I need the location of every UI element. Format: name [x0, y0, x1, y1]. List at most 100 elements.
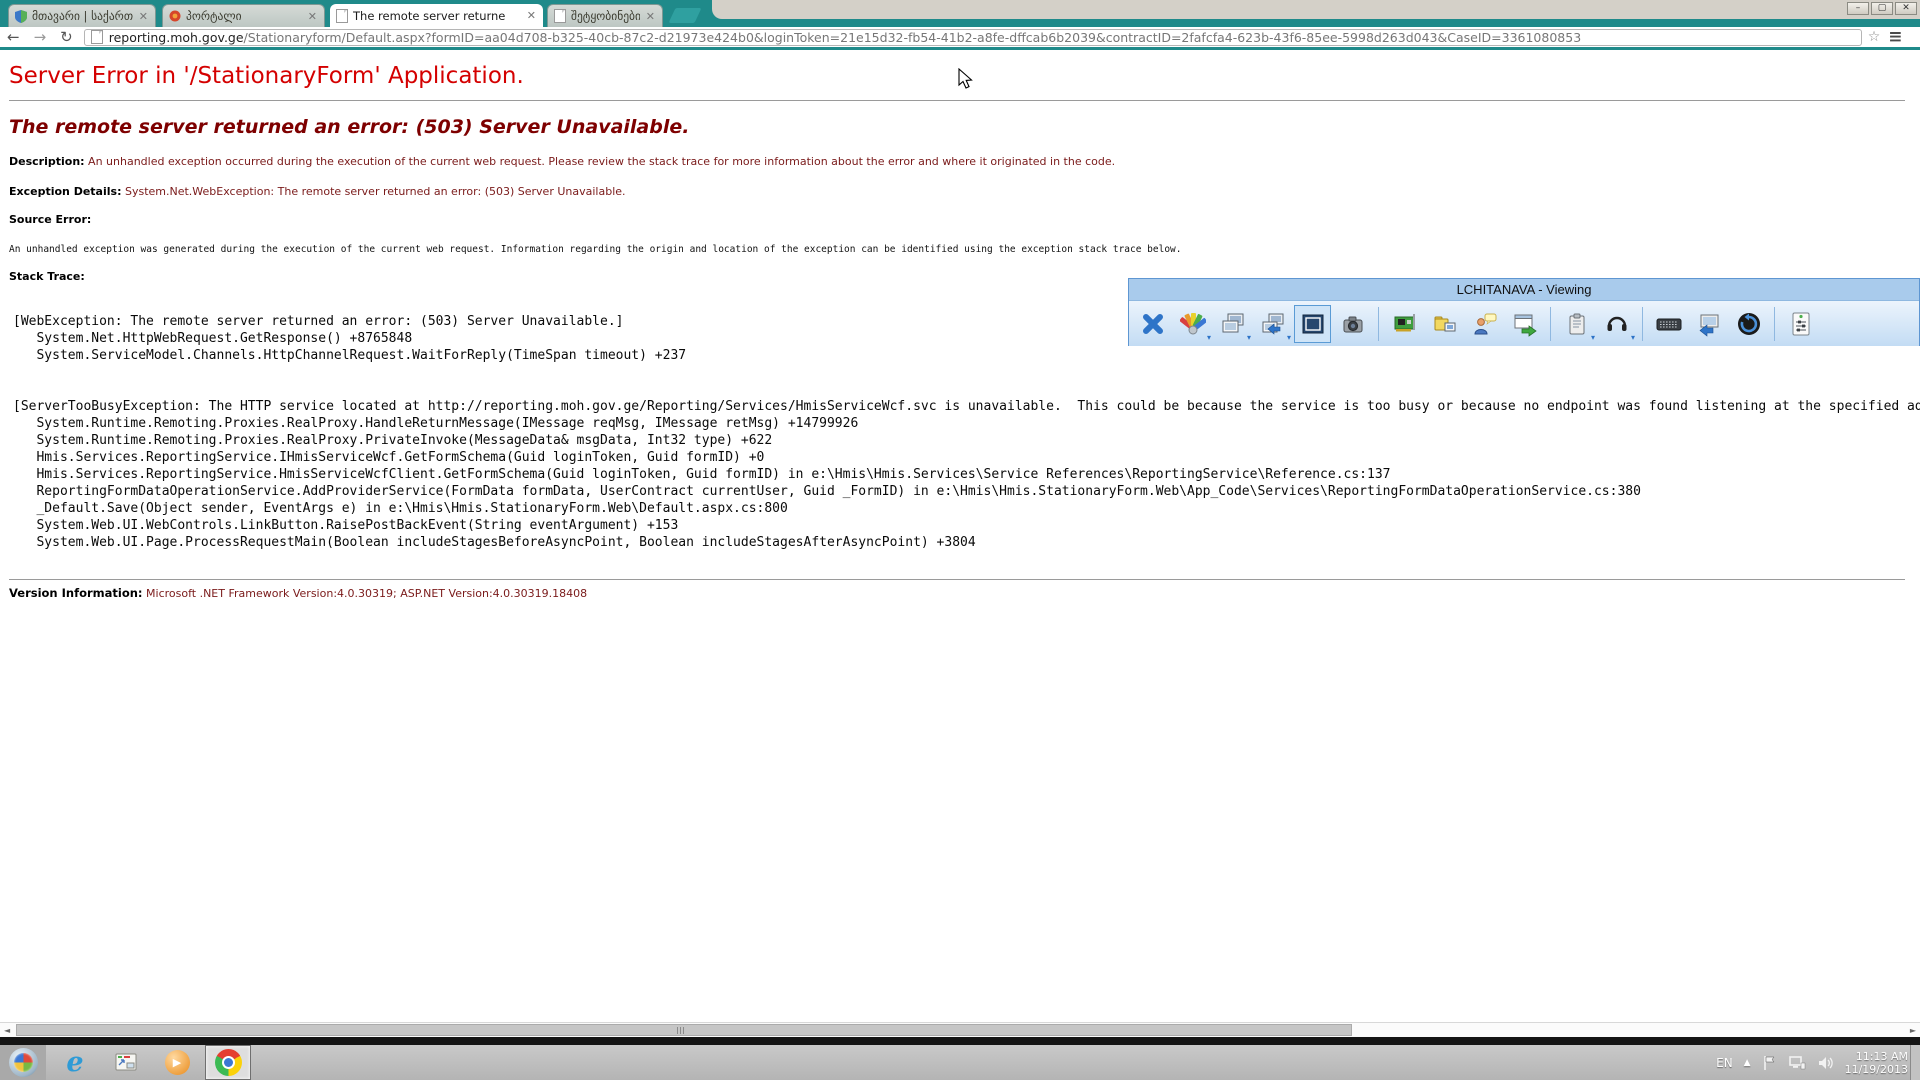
dual-monitor-icon [1220, 311, 1246, 337]
window-close-button[interactable]: ✕ [1895, 2, 1917, 15]
toolbar-separator [1642, 307, 1643, 341]
reconnect-button[interactable] [1730, 305, 1767, 343]
hidden-icons-chevron[interactable]: ▲ [1744, 1058, 1751, 1068]
bookmark-star-icon[interactable]: ☆ [1868, 29, 1881, 45]
stack-trace: [WebException: The remote server returne… [13, 313, 1920, 551]
browser-toolbar: ← → ↻ reporting.moh.gov.ge/Stationaryfor… [0, 27, 1920, 47]
tab-portal[interactable]: პორტალი ✕ [162, 4, 325, 27]
system-app-icon [113, 1051, 139, 1075]
headset-icon [1604, 311, 1630, 337]
tab-title: The remote server returne [353, 9, 521, 23]
divider [9, 100, 1905, 101]
toolbar-separator [1550, 307, 1551, 341]
send-keyboard-button[interactable] [1650, 305, 1687, 343]
exception-line: Exception Details: System.Net.WebExcepti… [9, 185, 1920, 198]
scrollbar-thumb[interactable] [16, 1024, 1352, 1036]
toolbar-separator [1774, 307, 1775, 341]
exception-text: System.Net.WebException: The remote serv… [125, 185, 626, 198]
fullscreen-icon [1300, 311, 1326, 337]
tab-title: მთავარი | საქართველ [32, 9, 133, 23]
send-window-button[interactable] [1506, 305, 1543, 343]
network-icon[interactable] [1788, 1055, 1806, 1071]
source-error-label: Source Error: [9, 213, 1920, 226]
url-domain: reporting.moh.gov.ge [109, 30, 244, 45]
taskbar-system-app[interactable] [103, 1045, 149, 1080]
url-omnibox[interactable]: reporting.moh.gov.ge/Stationaryform/Defa… [84, 29, 1862, 46]
audio-button[interactable] [1598, 305, 1635, 343]
language-indicator[interactable]: EN [1716, 1056, 1733, 1070]
taskbar-chrome[interactable] [205, 1045, 251, 1080]
color-fan-icon [1180, 311, 1206, 337]
version-label: Version Information: [9, 586, 143, 600]
ctrl-alt-del-button[interactable] [1690, 305, 1727, 343]
refresh-circle-icon [1736, 311, 1762, 337]
window-bottom-edge [0, 1037, 1920, 1045]
video-adapter-button[interactable] [1386, 305, 1423, 343]
switch-monitor-icon [1260, 311, 1286, 337]
volume-icon[interactable] [1817, 1055, 1834, 1071]
viewer-icon-row [1129, 300, 1919, 346]
page-favicon-icon [554, 9, 566, 23]
tab-close-icon[interactable]: ✕ [138, 10, 149, 23]
back-button[interactable]: ← [0, 28, 27, 46]
camera-icon [1340, 311, 1366, 337]
page-favicon-icon [336, 9, 348, 23]
taskbar-clock[interactable]: 11:13 AM 11/19/2013 [1845, 1050, 1908, 1076]
settings-button[interactable] [1782, 305, 1819, 343]
titlebar-gray-area: – ▢ ✕ [712, 0, 1920, 19]
error-page: Server Error in '/StationaryForm' Applic… [0, 50, 1920, 1022]
tab-close-icon[interactable]: ✕ [526, 9, 537, 22]
disconnect-button[interactable] [1134, 305, 1171, 343]
clipboard-button[interactable] [1558, 305, 1595, 343]
chrome-menu-icon[interactable]: ≡ [1888, 27, 1901, 47]
system-tray: EN ▲ 11:13 AM 11/19/2013 [1716, 1045, 1908, 1080]
tab-home[interactable]: მთავარი | საქართველ ✕ [8, 4, 156, 27]
chrome-icon [215, 1049, 242, 1076]
chat-person-icon [1472, 311, 1498, 337]
start-button[interactable] [0, 1045, 46, 1080]
window-minimize-button[interactable]: – [1847, 2, 1869, 15]
monitors-button[interactable] [1214, 305, 1251, 343]
monitor-back-icon [1696, 311, 1722, 337]
forward-button[interactable]: → [27, 28, 54, 46]
horizontal-scrollbar[interactable]: ◄ ► [0, 1022, 1920, 1037]
chat-button[interactable] [1466, 305, 1503, 343]
error-subtitle: The remote server returned an error: (50… [9, 116, 1920, 138]
refresh-button[interactable]: ↻ [53, 28, 80, 46]
color-quality-button[interactable] [1174, 305, 1211, 343]
mouse-cursor [958, 68, 973, 90]
clipboard-icon [1564, 311, 1590, 337]
tab-close-icon[interactable]: ✕ [645, 10, 656, 23]
folder-computer-icon [1432, 311, 1458, 337]
scroll-left-arrow[interactable]: ◄ [4, 1026, 10, 1035]
tab-error-page[interactable]: The remote server returne ✕ [330, 4, 543, 27]
url-path: /Stationaryform/Default.aspx?formID=aa04… [244, 30, 1582, 45]
url-text: reporting.moh.gov.ge/Stationaryform/Defa… [109, 30, 1581, 45]
clock-date: 11/19/2013 [1845, 1063, 1908, 1076]
taskbar-internet-explorer[interactable]: e [52, 1045, 98, 1080]
taskbar-media-player[interactable]: ▶ [154, 1045, 200, 1080]
show-desktop-button[interactable] [1910, 1045, 1920, 1080]
version-line: Version Information: Microsoft .NET Fram… [9, 586, 1920, 600]
toolbar-separator [1378, 307, 1379, 341]
screenshot-button[interactable] [1334, 305, 1371, 343]
full-screen-button[interactable] [1294, 305, 1331, 343]
file-transfer-button[interactable] [1426, 305, 1463, 343]
window-maximize-button[interactable]: ▢ [1871, 2, 1893, 15]
monitor-switch-button[interactable] [1254, 305, 1291, 343]
source-error-text: An unhandled exception was generated dur… [9, 244, 1920, 255]
media-player-icon: ▶ [165, 1050, 190, 1075]
tab-close-icon[interactable]: ✕ [307, 10, 318, 23]
internet-explorer-icon: e [66, 1049, 83, 1076]
description-label: Description: [9, 155, 85, 168]
windows-orb-icon [9, 1048, 38, 1077]
tab-notifications[interactable]: შეტყობინების დათვალ ✕ [547, 4, 663, 27]
divider [9, 579, 1905, 580]
new-tab-button[interactable] [669, 8, 702, 23]
tab-strip: – ▢ ✕ მთავარი | საქართველ ✕ პორტალი ✕ Th… [0, 0, 1920, 27]
viewer-title[interactable]: LCHITANAVA - Viewing [1129, 279, 1919, 300]
remote-viewer-toolbar[interactable]: LCHITANAVA - Viewing [1128, 278, 1920, 346]
scroll-right-arrow[interactable]: ► [1910, 1026, 1916, 1035]
portal-favicon-icon [169, 10, 181, 22]
action-center-flag-icon[interactable] [1762, 1055, 1777, 1071]
